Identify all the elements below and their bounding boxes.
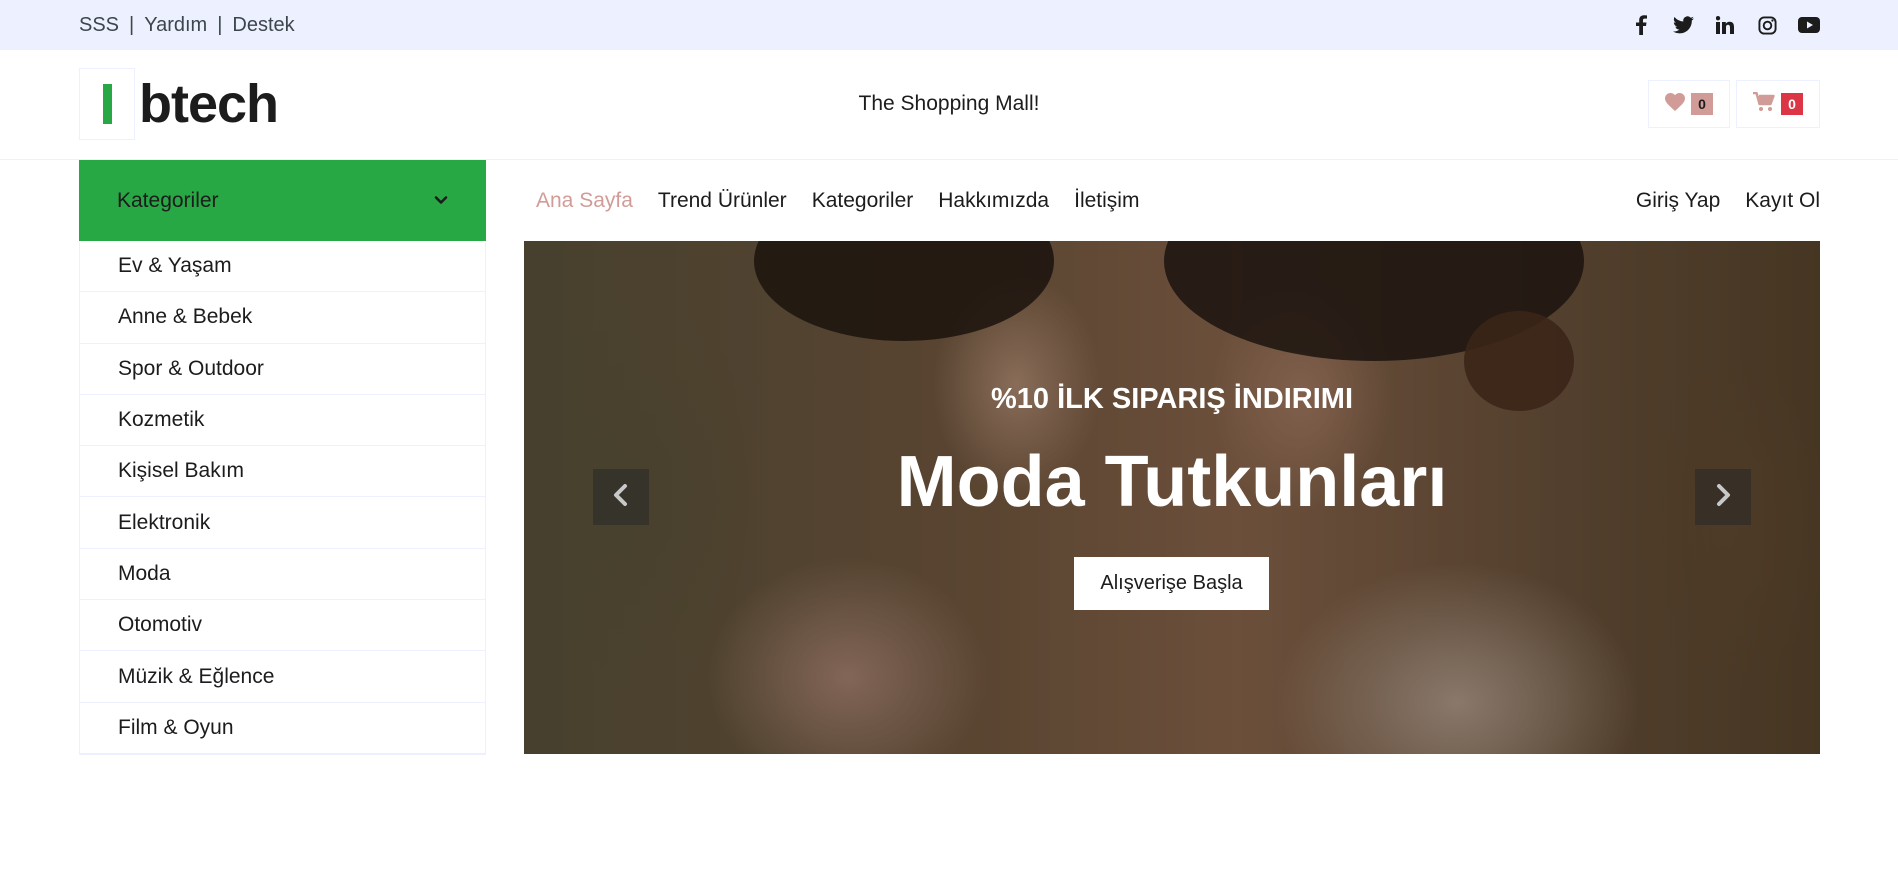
category-item[interactable]: Ev & Yaşam <box>80 241 485 293</box>
shopping-cart-icon <box>1753 91 1775 117</box>
separator: | <box>217 13 223 36</box>
separator: | <box>129 13 135 36</box>
cart-count: 0 <box>1781 93 1803 115</box>
nav-trending[interactable]: Trend Ürünler <box>658 189 787 213</box>
categories-toggle[interactable]: Kategoriler <box>79 160 486 241</box>
hero-carousel: %10 İLK SIPARIŞ İNDIRIMI Moda Tutkunları… <box>524 241 1820 754</box>
register-link[interactable]: Kayıt Ol <box>1745 189 1820 213</box>
chevron-left-icon <box>613 483 629 511</box>
youtube-icon[interactable] <box>1798 14 1820 36</box>
support-link[interactable]: Destek <box>232 14 294 37</box>
twitter-icon[interactable] <box>1672 14 1694 36</box>
wishlist-count: 0 <box>1691 93 1713 115</box>
carousel-prev-button[interactable] <box>593 469 649 525</box>
auth-links: Giriş Yap Kayıt Ol <box>1636 160 1820 241</box>
category-item[interactable]: Elektronik <box>80 497 485 549</box>
categories-list: Ev & Yaşam Anne & Bebek Spor & Outdoor K… <box>79 241 486 755</box>
top-bar: SSS | Yardım | Destek <box>0 0 1898 50</box>
top-links: SSS | Yardım | Destek <box>79 0 295 50</box>
hero-title: Moda Tutkunları <box>896 442 1448 522</box>
carousel-next-button[interactable] <box>1695 469 1751 525</box>
linkedin-icon[interactable] <box>1714 14 1736 36</box>
header-actions: 0 0 <box>1648 80 1820 128</box>
help-link[interactable]: Yardım <box>144 14 207 37</box>
main-nav: Ana Sayfa Trend Ürünler Kategoriler Hakk… <box>536 160 1820 241</box>
nav-links: Ana Sayfa Trend Ürünler Kategoriler Hakk… <box>536 160 1139 241</box>
category-item[interactable]: Müzik & Eğlence <box>80 651 485 703</box>
wishlist-button[interactable]: 0 <box>1648 80 1730 128</box>
hero-caption: %10 İLK SIPARIŞ İNDIRIMI Moda Tutkunları… <box>524 241 1820 754</box>
chevron-right-icon <box>1715 483 1731 511</box>
cart-button[interactable]: 0 <box>1736 80 1820 128</box>
nav-about[interactable]: Hakkımızda <box>938 189 1049 213</box>
category-item[interactable]: Moda <box>80 549 485 601</box>
instagram-icon[interactable] <box>1756 14 1778 36</box>
category-item[interactable]: Kozmetik <box>80 395 485 447</box>
category-item[interactable]: Otomotiv <box>80 600 485 652</box>
heart-icon <box>1665 92 1685 116</box>
faq-link[interactable]: SSS <box>79 14 119 37</box>
login-link[interactable]: Giriş Yap <box>1636 189 1720 213</box>
nav-categories[interactable]: Kategoriler <box>812 189 914 213</box>
chevron-down-icon <box>434 192 448 210</box>
facebook-icon[interactable] <box>1630 14 1652 36</box>
nav-contact[interactable]: İletişim <box>1074 189 1139 213</box>
shop-now-button[interactable]: Alışverişe Başla <box>1074 557 1269 610</box>
categories-title: Kategoriler <box>117 188 219 212</box>
hero-subtitle: %10 İLK SIPARIŞ İNDIRIMI <box>990 383 1354 415</box>
category-item[interactable]: Kişisel Bakım <box>80 446 485 498</box>
site-header: btech The Shopping Mall! 0 0 <box>0 50 1898 160</box>
category-item[interactable]: Spor & Outdoor <box>80 344 485 395</box>
social-links <box>1630 0 1820 50</box>
tagline: The Shopping Mall! <box>858 92 1040 115</box>
category-item[interactable]: Film & Oyun <box>80 703 485 754</box>
nav-home[interactable]: Ana Sayfa <box>536 189 633 213</box>
category-item[interactable]: Anne & Bebek <box>80 292 485 344</box>
